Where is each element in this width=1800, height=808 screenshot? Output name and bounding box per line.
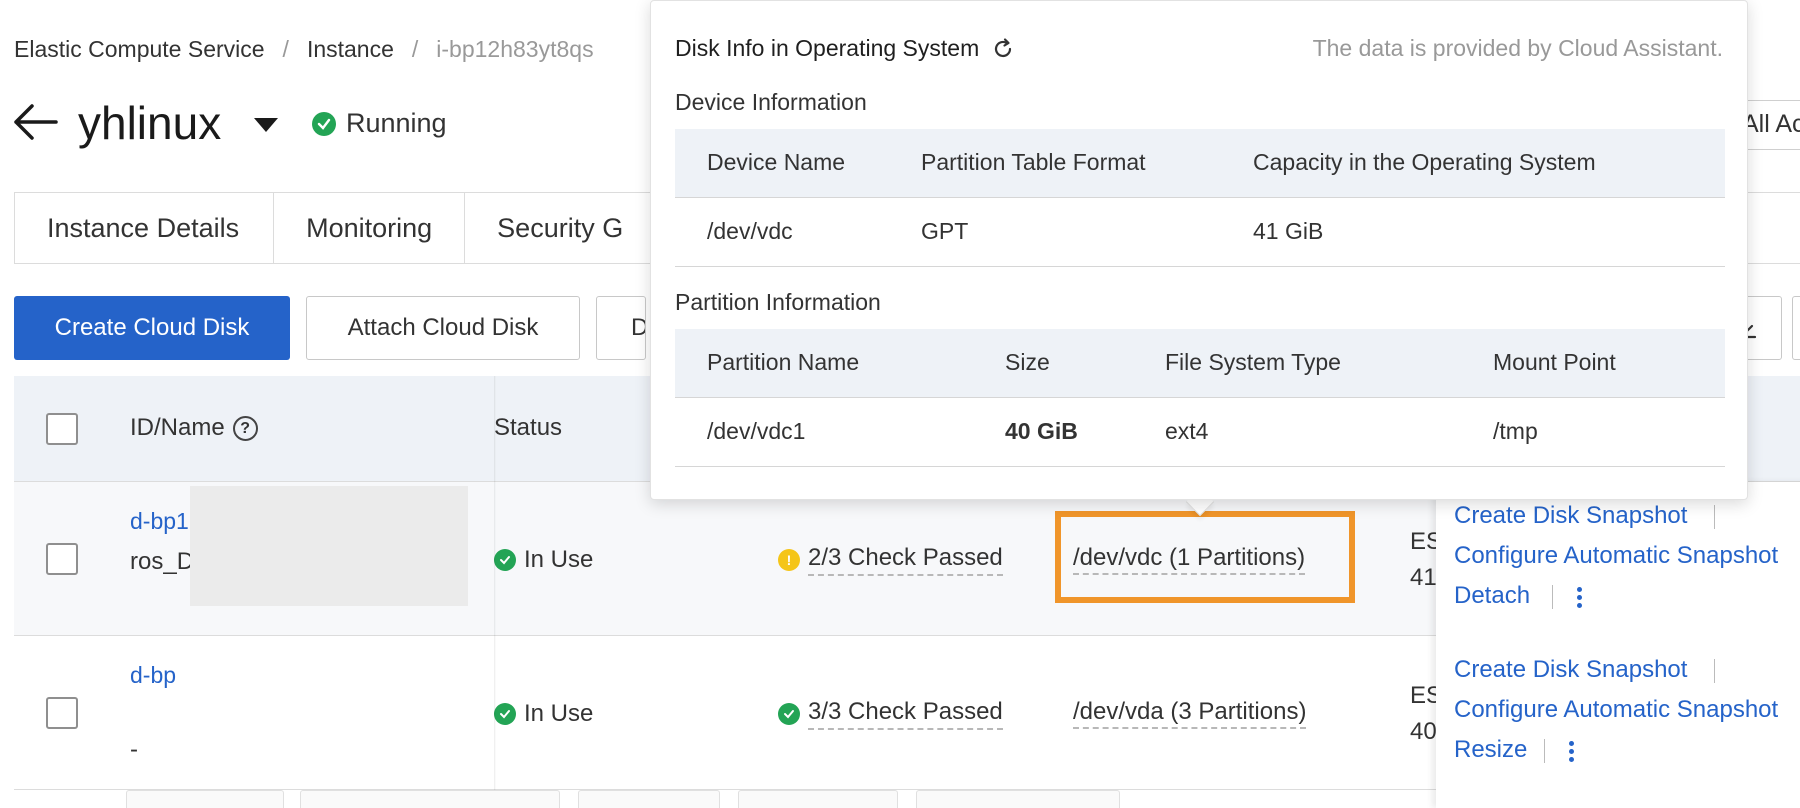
- instance-status-label: Running: [346, 108, 447, 138]
- detach-link[interactable]: Detach: [1454, 582, 1530, 610]
- tab-instance-details[interactable]: Instance Details: [15, 193, 275, 263]
- partition-table-format-value: GPT: [921, 218, 969, 244]
- separator: [1544, 739, 1545, 763]
- check-status[interactable]: ! 2/3 Check Passed: [778, 544, 1003, 576]
- disk-name: -: [130, 736, 138, 763]
- separator: [1552, 585, 1553, 609]
- tab-security-groups[interactable]: Security G: [465, 193, 657, 263]
- create-disk-snapshot-link[interactable]: Create Disk Snapshot: [1454, 656, 1687, 684]
- disk-id-link[interactable]: d-bp1: [130, 508, 189, 535]
- more-actions-icon[interactable]: [1564, 738, 1578, 768]
- tab-monitoring[interactable]: Monitoring: [274, 193, 466, 263]
- highlight-box: [1055, 511, 1355, 603]
- breadcrumb-item-ecs[interactable]: Elastic Compute Service: [14, 36, 265, 63]
- configure-automatic-snapshot-link[interactable]: Configure Automatic Snapshot: [1454, 696, 1778, 724]
- configure-automatic-snapshot-link[interactable]: Configure Automatic Snapshot: [1454, 542, 1778, 570]
- redacted-area: [190, 486, 468, 606]
- breadcrumb-item-instance[interactable]: Instance: [307, 36, 394, 63]
- mount-point-value: /tmp: [1493, 418, 1538, 444]
- size-value: 40 GiB: [1005, 418, 1078, 444]
- select-all-checkbox[interactable]: [46, 413, 78, 445]
- operations-column: Create Disk Snapshot Configure Automatic…: [1436, 482, 1800, 808]
- breadcrumb-item-instance-id: i-bp12h83yt8qs: [436, 36, 594, 62]
- check-status[interactable]: 3/3 Check Passed: [778, 698, 1003, 730]
- back-arrow-icon[interactable]: [12, 102, 58, 142]
- partition-name-value: /dev/vdc1: [707, 418, 806, 444]
- footer-control[interactable]: [578, 790, 720, 808]
- fixed-column-divider: [494, 376, 496, 808]
- warning-icon: !: [778, 549, 800, 571]
- device-partitions[interactable]: /dev/vda (3 Partitions): [1073, 698, 1307, 729]
- toolbar-edge-button[interactable]: [1792, 296, 1800, 360]
- header-mount-point: Mount Point: [1493, 349, 1616, 375]
- all-actions-label: All Ac: [1742, 110, 1800, 138]
- help-icon[interactable]: ?: [232, 416, 258, 442]
- disk-status: In Use: [494, 546, 593, 574]
- column-header-id-name-label: ID/Name: [130, 414, 225, 441]
- footer-control[interactable]: [916, 790, 1120, 808]
- device-name-value: /dev/vdc: [707, 218, 793, 244]
- instance-status: Running: [312, 108, 447, 139]
- popover-title-label: Disk Info in Operating System: [675, 35, 980, 61]
- more-actions-icon[interactable]: [1572, 584, 1586, 614]
- column-header-status: Status: [494, 414, 563, 441]
- partition-information-heading: Partition Information: [675, 289, 881, 315]
- device-information-heading: Device Information: [675, 89, 867, 115]
- header-size: Size: [1005, 349, 1050, 375]
- row-checkbox[interactable]: [46, 697, 78, 729]
- refresh-icon[interactable]: [991, 37, 1015, 61]
- footer-control[interactable]: [300, 790, 560, 808]
- footer-control[interactable]: [126, 790, 284, 808]
- disk-name: ros_D: [130, 548, 195, 575]
- breadcrumb-separator: /: [282, 36, 289, 62]
- resize-link[interactable]: Resize: [1454, 736, 1527, 764]
- disk-size-cut: 40: [1410, 718, 1437, 745]
- caret-down-icon[interactable]: [252, 116, 280, 134]
- disk-status: In Use: [494, 700, 593, 728]
- disk-status-label: In Use: [524, 700, 594, 727]
- attach-cloud-disk-button[interactable]: Attach Cloud Disk: [306, 296, 580, 360]
- check-status-label: 3/3 Check Passed: [808, 698, 1003, 730]
- row-checkbox[interactable]: [46, 543, 78, 575]
- device-table-row: /dev/vdc GPT 41 GiB: [675, 197, 1725, 267]
- check-circle-icon: [312, 111, 336, 136]
- column-header-id-name: ID/Name?: [130, 414, 258, 442]
- check-circle-icon: [494, 703, 516, 725]
- breadcrumb: Elastic Compute Service / Instance / i-b…: [14, 36, 594, 63]
- separator: [1714, 659, 1715, 683]
- page-title: yhlinux: [78, 97, 222, 149]
- capacity-value: 41 GiB: [1253, 218, 1324, 244]
- check-circle-icon: [494, 549, 516, 571]
- breadcrumb-separator: /: [411, 36, 419, 62]
- check-status-label: 2/3 Check Passed: [808, 544, 1003, 576]
- partition-table-row: /dev/vdc1 40 GiB ext4 /tmp: [675, 397, 1725, 467]
- header-partition-table-format: Partition Table Format: [921, 149, 1146, 175]
- device-table-header: Device Name Partition Table Format Capac…: [675, 129, 1725, 197]
- partition-table-header: Partition Name Size File System Type Mou…: [675, 329, 1725, 397]
- header-device-name: Device Name: [707, 149, 846, 175]
- create-disk-snapshot-link[interactable]: Create Disk Snapshot: [1454, 502, 1687, 530]
- toolbar-third-button[interactable]: D: [596, 296, 646, 360]
- popover-title: Disk Info in Operating System: [675, 35, 1015, 62]
- disk-size-cut: 41: [1410, 564, 1437, 591]
- header-capacity: Capacity in the Operating System: [1253, 149, 1596, 175]
- device-partitions-label: /dev/vda (3 Partitions): [1073, 698, 1307, 729]
- create-cloud-disk-button[interactable]: Create Cloud Disk: [14, 296, 290, 360]
- disk-status-label: In Use: [524, 546, 594, 573]
- disk-id-link[interactable]: d-bp: [130, 662, 176, 689]
- header-file-system-type: File System Type: [1165, 349, 1341, 375]
- popover-note: The data is provided by Cloud Assistant.: [1312, 35, 1723, 61]
- header-partition-name: Partition Name: [707, 349, 860, 375]
- file-system-type-value: ext4: [1165, 418, 1209, 444]
- disk-info-popover: Disk Info in Operating System The data i…: [650, 0, 1748, 500]
- footer-control[interactable]: [738, 790, 898, 808]
- separator: [1714, 505, 1715, 529]
- check-circle-icon: [778, 703, 800, 725]
